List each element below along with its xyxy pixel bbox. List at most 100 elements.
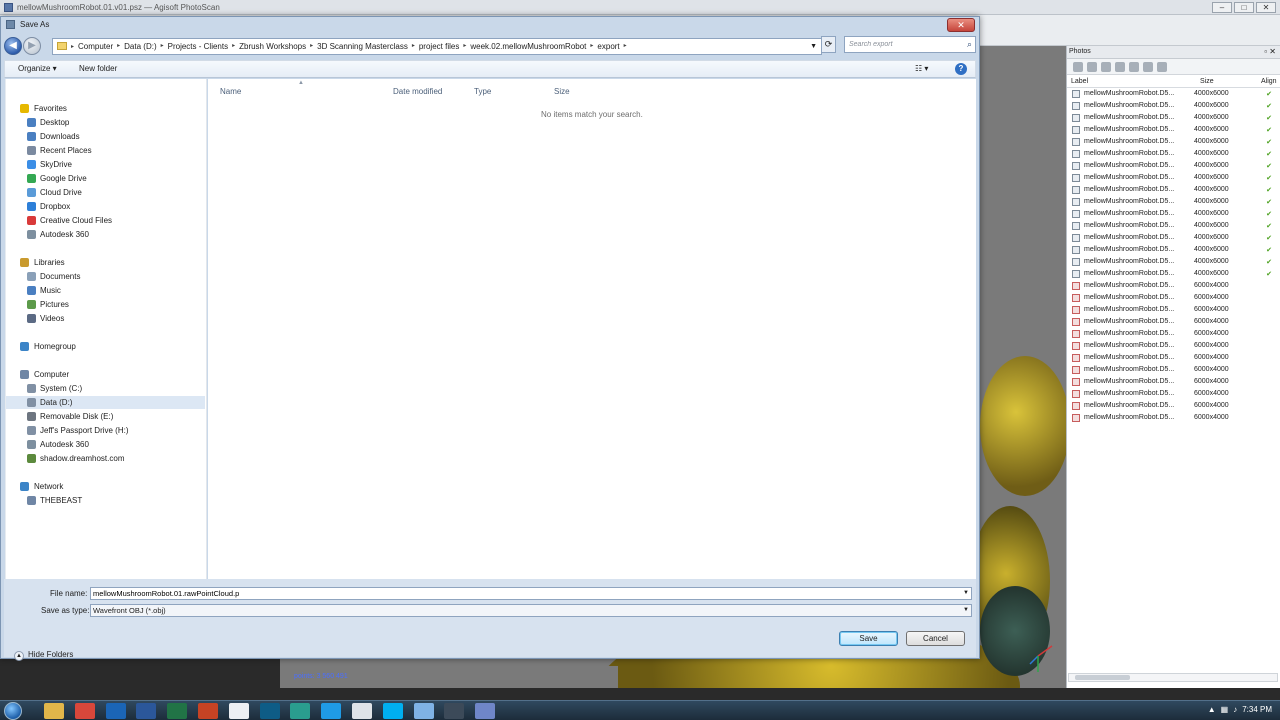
snowflake-task-icon[interactable] — [413, 703, 434, 719]
photo-row[interactable]: mellowMushroomRobot.D5... 6000x4000 — [1067, 316, 1280, 328]
photoscan-task-icon[interactable] — [290, 703, 311, 719]
tray-expand-icon[interactable]: ▲ — [1208, 705, 1216, 714]
nav-item[interactable]: Downloads — [5, 130, 205, 143]
file-list[interactable]: Name ▲ Date modified Type Size No items … — [208, 79, 976, 579]
enable-camera-icon[interactable] — [1073, 61, 1083, 72]
photo-row[interactable]: mellowMushroomRobot.D5... 4000x6000 ✔ — [1067, 184, 1280, 196]
breadcrumb-item[interactable]: Data (D:) — [124, 42, 156, 51]
chevron-right-icon[interactable]: ▸ — [232, 42, 235, 51]
nav-item[interactable]: Homegroup — [5, 340, 205, 353]
nav-item[interactable]: Removable Disk (E:) — [5, 410, 205, 423]
breadcrumb-item[interactable]: Computer — [78, 42, 113, 51]
photo-row[interactable]: mellowMushroomRobot.D5... 4000x6000 ✔ — [1067, 136, 1280, 148]
help-icon[interactable]: ? — [955, 63, 967, 75]
view-options-icon[interactable]: ☷ ▾ — [915, 64, 928, 73]
snipping-task-icon[interactable] — [352, 703, 372, 719]
nav-item[interactable]: THEBEAST — [5, 494, 205, 507]
breadcrumb-item[interactable]: Projects - Clients — [168, 42, 228, 51]
nav-item[interactable]: Videos — [5, 312, 205, 325]
nav-item[interactable]: Computer — [5, 368, 205, 381]
search-input[interactable] — [845, 37, 957, 52]
disable-camera-icon[interactable] — [1087, 61, 1097, 72]
label-column-header[interactable]: Label — [1071, 78, 1088, 85]
minimize-button[interactable]: – — [1212, 2, 1232, 13]
sketch-task-icon[interactable] — [321, 703, 342, 719]
photo-row[interactable]: mellowMushroomRobot.D5... 6000x4000 — [1067, 364, 1280, 376]
chevron-right-icon[interactable]: ▸ — [590, 42, 593, 51]
chrome-task-icon[interactable] — [74, 703, 95, 719]
cancel-button[interactable]: Cancel — [906, 631, 965, 646]
panel-close-icon[interactable]: ▫ ✕ — [1264, 47, 1276, 56]
file-name-input[interactable] — [91, 588, 951, 599]
photo-row[interactable]: mellowMushroomRobot.D5... 6000x4000 — [1067, 400, 1280, 412]
notepad-task-icon[interactable] — [228, 703, 249, 719]
breadcrumb-item[interactable]: week.02.mellowMushroomRobot — [470, 42, 586, 51]
nav-item[interactable]: Data (D:) — [5, 396, 205, 409]
nav-item[interactable]: Autodesk 360 — [5, 228, 205, 241]
photo-row[interactable]: mellowMushroomRobot.D5... 4000x6000 ✔ — [1067, 100, 1280, 112]
search-icon[interactable]: ⌕ — [967, 39, 972, 50]
powerpoint-task-icon[interactable] — [198, 703, 218, 719]
import-masks-icon[interactable] — [1129, 61, 1139, 72]
chevron-right-icon[interactable]: ▸ — [463, 42, 466, 51]
clock[interactable]: 7:34 PM — [1242, 705, 1272, 714]
file-name-combobox[interactable]: ▼ — [90, 587, 972, 600]
export-masks-icon[interactable] — [1143, 61, 1153, 72]
chevron-down-icon[interactable]: ▼ — [963, 607, 969, 613]
skype-task-icon[interactable] — [382, 703, 403, 719]
photo-row[interactable]: mellowMushroomRobot.D5... 4000x6000 ✔ — [1067, 256, 1280, 268]
nav-item[interactable]: Libraries — [5, 256, 205, 269]
photo-row[interactable]: mellowMushroomRobot.D5... 4000x6000 ✔ — [1067, 232, 1280, 244]
nav-item[interactable]: Desktop — [5, 116, 205, 129]
terminal-task-icon[interactable] — [444, 703, 465, 719]
photo-row[interactable]: mellowMushroomRobot.D5... 6000x4000 — [1067, 304, 1280, 316]
nav-item[interactable]: Recent Places — [5, 144, 205, 157]
chevron-down-icon[interactable]: ▼ — [963, 590, 969, 596]
hide-folders-button[interactable]: ▲ Hide Folders — [14, 650, 73, 661]
photo-row[interactable]: mellowMushroomRobot.D5... 6000x4000 — [1067, 280, 1280, 292]
nav-item[interactable]: Google Drive — [5, 172, 205, 185]
save-button[interactable]: Save — [839, 631, 898, 646]
breadcrumb-item[interactable]: 3D Scanning Masterclass — [317, 42, 408, 51]
breadcrumb-item[interactable]: project files — [419, 42, 459, 51]
dialog-close-button[interactable]: ✕ — [947, 18, 975, 32]
photo-row[interactable]: mellowMushroomRobot.D5... 4000x6000 ✔ — [1067, 220, 1280, 232]
save-as-type-select[interactable]: Wavefront OBJ (*.obj) ▼ — [90, 604, 972, 617]
network-icon[interactable]: ▦ — [1221, 705, 1229, 714]
excel-task-icon[interactable] — [167, 703, 188, 719]
organize-button[interactable]: Organize ▾ — [18, 64, 57, 73]
photo-row[interactable]: mellowMushroomRobot.D5... 4000x6000 ✔ — [1067, 124, 1280, 136]
new-folder-button[interactable]: New folder — [79, 64, 117, 73]
photo-row[interactable]: mellowMushroomRobot.D5... 6000x4000 — [1067, 292, 1280, 304]
chevron-right-icon[interactable]: ▸ — [624, 42, 627, 51]
photo-row[interactable]: mellowMushroomRobot.D5... 4000x6000 ✔ — [1067, 268, 1280, 280]
nav-item[interactable]: Jeff's Passport Drive (H:) — [5, 424, 205, 437]
nav-item[interactable]: shadow.dreamhost.com — [5, 452, 205, 465]
chevron-right-icon[interactable]: ▸ — [310, 42, 313, 51]
photo-row[interactable]: mellowMushroomRobot.D5... 4000x6000 ✔ — [1067, 196, 1280, 208]
nav-item[interactable]: Documents — [5, 270, 205, 283]
photo-row[interactable]: mellowMushroomRobot.D5... 6000x4000 — [1067, 328, 1280, 340]
photoscan-active-task-icon[interactable] — [475, 703, 496, 719]
photo-row[interactable]: mellowMushroomRobot.D5... 6000x4000 — [1067, 340, 1280, 352]
nav-item[interactable]: Favorites — [5, 102, 205, 115]
nav-item[interactable]: Creative Cloud Files — [5, 214, 205, 227]
type-column-header[interactable]: Type — [474, 87, 491, 96]
nav-item[interactable]: Dropbox — [5, 200, 205, 213]
nav-item[interactable]: System (C:) — [5, 382, 205, 395]
nav-item[interactable]: Music — [5, 284, 205, 297]
nav-item[interactable]: SkyDrive — [5, 158, 205, 171]
date-modified-column-header[interactable]: Date modified — [393, 87, 442, 96]
photo-row[interactable]: mellowMushroomRobot.D5... 6000x4000 — [1067, 388, 1280, 400]
name-column-header[interactable]: Name — [220, 87, 241, 96]
address-bar[interactable]: ▸ Computer ▸ Data (D:) ▸ Projects - Clients ▸… — [52, 37, 822, 55]
maximize-button[interactable]: □ — [1234, 2, 1254, 13]
word-task-icon[interactable] — [136, 703, 157, 719]
remove-camera-icon[interactable] — [1101, 61, 1111, 72]
photo-row[interactable]: mellowMushroomRobot.D5... 4000x6000 ✔ — [1067, 112, 1280, 124]
breadcrumb-item[interactable]: Zbrush Workshops — [239, 42, 306, 51]
size-column-header[interactable]: Size — [554, 87, 570, 96]
start-button[interactable] — [4, 702, 22, 720]
photo-row[interactable]: mellowMushroomRobot.D5... 6000x4000 — [1067, 352, 1280, 364]
nav-item[interactable]: Network — [5, 480, 205, 493]
